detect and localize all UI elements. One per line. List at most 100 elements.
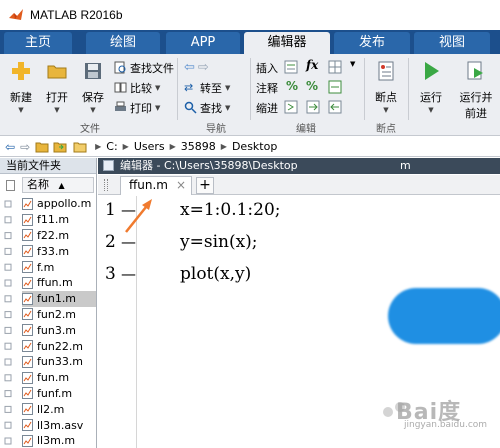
file-list-item[interactable]: ll3m.m (22, 433, 96, 448)
indent-button[interactable]: 缩进 (256, 99, 278, 116)
file-name: fun33.m (37, 355, 84, 369)
tab-grip-icon[interactable] (104, 179, 108, 191)
file-name: f33.m (37, 244, 70, 258)
current-folder-icon (73, 142, 87, 153)
code-line[interactable]: plot(x,y) (180, 264, 251, 284)
folder-open-icon (47, 65, 67, 79)
find-button[interactable]: 查找 ▼ (184, 99, 230, 116)
file-list-item[interactable]: ll2.m (22, 401, 96, 417)
tab-view[interactable]: 视图 (414, 32, 490, 54)
ribbon-tab-bar: 主页 绘图 APP 编辑器 发布 视图 (0, 30, 500, 54)
matlab-file-icon (22, 292, 33, 305)
breadcrumb-item[interactable]: C: (106, 140, 117, 153)
editor-title-suffix: m (400, 159, 411, 172)
print-button[interactable]: 打印 ▼ (114, 99, 160, 116)
breakpoint-dash-icon[interactable]: — (121, 265, 136, 283)
edit-group-label: 编辑 (296, 124, 316, 135)
forward-arrow-icon[interactable]: ⇨ (20, 140, 30, 154)
matlab-file-icon (22, 276, 33, 289)
run-button[interactable]: 运行 ▼ (414, 58, 448, 118)
new-button[interactable]: 新建 ▼ (4, 58, 38, 118)
run-play-icon (425, 62, 439, 80)
line-number: 2 (105, 232, 116, 252)
increase-indent-icon[interactable] (306, 100, 320, 114)
run-and-advance-button[interactable]: 运行并 前进 (456, 58, 496, 120)
file-list-item[interactable]: fun.m (22, 370, 96, 386)
smart-indent-icon[interactable] (284, 100, 298, 114)
compare-button[interactable]: 比较 ▼ (114, 79, 160, 96)
goto-button[interactable]: ⇄ 转至 ▼ (184, 79, 230, 96)
file-list-item[interactable]: f.m (22, 259, 96, 275)
file-group-label: 文件 (80, 124, 100, 135)
close-icon[interactable]: × (176, 177, 186, 194)
new-plus-icon (12, 62, 30, 80)
comment-percent-icon[interactable]: % (286, 79, 298, 93)
breadcrumb-item[interactable]: 35898 (181, 140, 216, 153)
row-marker (4, 358, 12, 366)
matlab-file-icon (22, 197, 33, 210)
code-line[interactable]: y=sin(x); (180, 232, 258, 252)
breadcrumb-item[interactable]: Desktop (232, 140, 277, 153)
find-files-icon (114, 61, 126, 74)
file-list-item[interactable]: f33.m (22, 243, 96, 259)
chevron-down-icon[interactable]: ▼ (350, 60, 355, 68)
current-folder-title: 当前文件夹 (0, 158, 96, 174)
matlab-file-icon (22, 213, 33, 226)
run-advance-icon (467, 61, 483, 80)
row-marker (4, 374, 12, 382)
file-list-item[interactable]: funf.m (22, 386, 96, 402)
file-list-item[interactable]: fun33.m (22, 354, 96, 370)
insert-button[interactable]: 插入 (256, 59, 278, 76)
arrow-left-icon[interactable]: ⇦ (184, 60, 195, 75)
select-all-checkbox[interactable] (6, 180, 15, 191)
arrow-right-icon[interactable]: ⇨ (198, 60, 209, 75)
annotation-arrow-icon (125, 199, 152, 233)
browse-folder-icon[interactable] (53, 140, 67, 153)
breakpoints-button[interactable]: 断点 ▼ (368, 58, 404, 118)
row-marker (4, 263, 12, 271)
new-tab-button[interactable]: + (196, 177, 214, 194)
back-forward-buttons[interactable]: ⇦ ⇨ (184, 59, 209, 76)
up-folder-icon[interactable] (35, 140, 49, 153)
open-button[interactable]: 打开 ▼ (40, 58, 74, 118)
insert-table-icon[interactable] (328, 60, 342, 74)
tab-editor[interactable]: 编辑器 (244, 32, 330, 54)
tab-ffun-m[interactable]: ffun.m × (120, 176, 192, 195)
insert-function-icon[interactable]: fx (306, 58, 318, 72)
file-list-item[interactable]: fun2.m (22, 307, 96, 323)
line-number: 1 (105, 200, 116, 220)
file-list-item[interactable]: ffun.m (22, 275, 96, 291)
decrease-indent-icon[interactable] (328, 100, 342, 114)
breadcrumb-item[interactable]: Users (134, 140, 165, 153)
row-marker (4, 295, 12, 303)
code-line[interactable]: x=1:0.1:20; (180, 200, 281, 220)
tree-expander-icons (4, 200, 12, 445)
wrap-comments-icon[interactable] (328, 80, 342, 94)
tab-publish[interactable]: 发布 (334, 32, 410, 54)
file-name: ll3m.asv (37, 418, 84, 432)
tab-apps[interactable]: APP (166, 32, 240, 54)
comment-button[interactable]: 注释 (256, 79, 278, 96)
insert-section-icon[interactable] (284, 60, 298, 74)
chevron-down-icon: ▼ (54, 106, 60, 114)
tab-plots[interactable]: 绘图 (86, 32, 160, 54)
file-list-item[interactable]: fun22.m (22, 338, 96, 354)
column-header-name[interactable]: 名称 ▲ (22, 177, 94, 193)
file-list-item[interactable]: f11.m (22, 212, 96, 228)
tab-home[interactable]: 主页 (4, 32, 72, 54)
file-list-item[interactable]: fun3.m (22, 322, 96, 338)
save-button[interactable]: 保存 ▼ (76, 58, 110, 118)
breadcrumb[interactable]: ▶ C: ▶ Users ▶ 35898 ▶ Desktop (95, 140, 282, 153)
matlab-file-icon (22, 229, 33, 242)
file-list-item[interactable]: fun1.m (22, 290, 96, 307)
row-marker (4, 200, 12, 208)
back-arrow-icon[interactable]: ⇦ (5, 140, 15, 154)
file-list-item[interactable]: appollo.m (22, 196, 96, 212)
uncomment-percent-icon[interactable]: % (306, 79, 318, 93)
row-marker (4, 342, 12, 350)
chevron-down-icon: ▼ (155, 103, 161, 112)
find-files-button[interactable]: 查找文件 (114, 59, 174, 76)
file-list-item[interactable]: ll3m.asv (22, 417, 96, 433)
line-number: 3 (105, 264, 116, 284)
file-list-item[interactable]: f22.m (22, 228, 96, 244)
